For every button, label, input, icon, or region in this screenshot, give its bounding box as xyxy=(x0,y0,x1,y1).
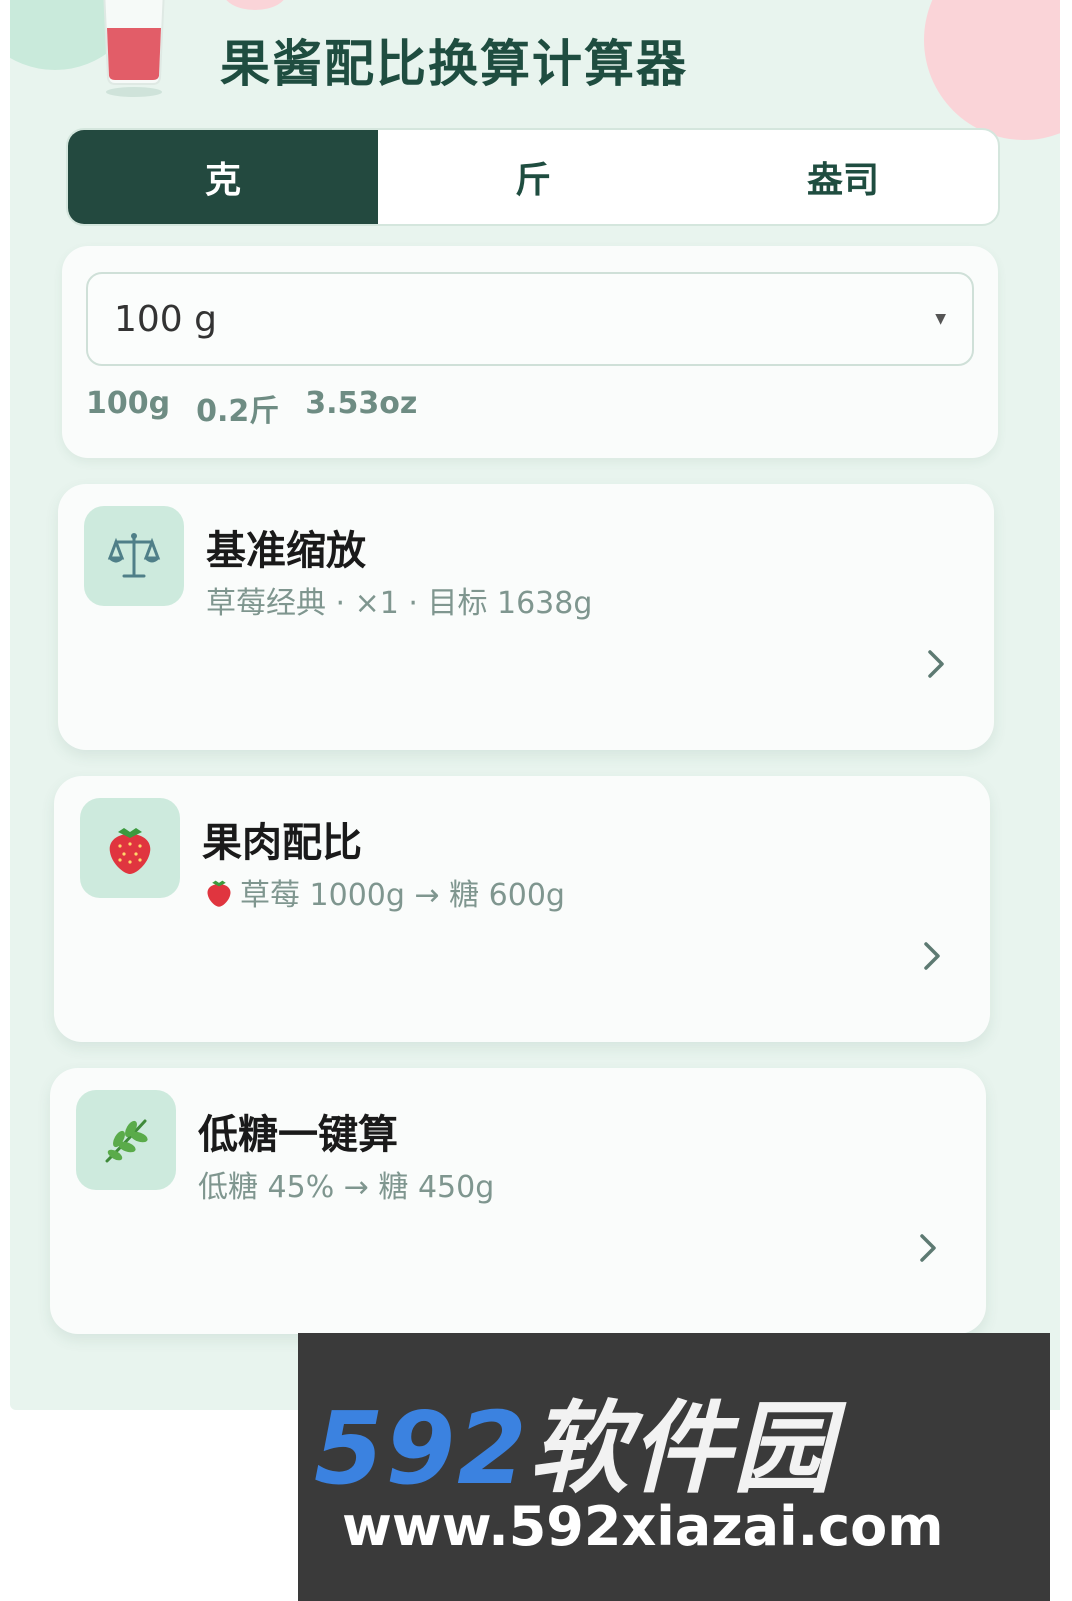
weight-select-value: 100 g xyxy=(114,298,218,340)
jam-jar-icon xyxy=(103,0,165,97)
decor-circle-right xyxy=(924,0,1060,140)
tab-ounce[interactable]: 盎司 xyxy=(688,130,998,224)
feature-card-fruit-ratio[interactable]: 果肉配比 草莓 1000g → 糖 600g xyxy=(54,776,990,1042)
watermark-brand: 592软件园 xyxy=(314,1367,835,1512)
feature-subtitle: 草莓 1000g → 糖 600g xyxy=(240,878,565,913)
strawberry-icon xyxy=(207,880,231,907)
caret-down-icon: ▼ xyxy=(935,311,946,327)
conversion-row: 100g 0.2斤 3.53oz xyxy=(86,386,417,430)
herb-icon xyxy=(76,1090,176,1190)
feature-title: 基准缩放 xyxy=(206,528,366,574)
strawberry-icon xyxy=(80,798,180,898)
feature-title: 低糖一键算 xyxy=(198,1112,398,1158)
conversion-ounce: 3.53oz xyxy=(305,386,418,421)
weight-card: 100 g ▼ 100g 0.2斤 3.53oz xyxy=(62,246,998,458)
watermark-url: www.592xiazai.com xyxy=(342,1495,944,1558)
page-title: 果酱配比换算计算器 xyxy=(220,35,688,93)
tab-jin[interactable]: 斤 xyxy=(378,130,688,224)
feature-title: 果肉配比 xyxy=(202,820,362,866)
chevron-right-icon xyxy=(920,1234,936,1262)
conversion-gram: 100g xyxy=(86,386,171,421)
watermark-brand-number: 592 xyxy=(314,1390,529,1507)
weight-select[interactable]: 100 g ▼ xyxy=(86,272,974,366)
watermark-banner: 592软件园 www.592xiazai.com xyxy=(298,1333,1050,1601)
strawberry-peek-icon xyxy=(226,0,284,10)
feature-card-scaling[interactable]: 基准缩放 草莓经典 · ×1 · 目标 1638g xyxy=(58,484,994,750)
chevron-right-icon xyxy=(928,650,944,678)
conversion-jin: 0.2斤 xyxy=(196,394,280,429)
scale-icon xyxy=(84,506,184,606)
feature-subtitle: 草莓经典 · ×1 · 目标 1638g xyxy=(206,586,593,621)
feature-subtitle: 低糖 45% → 糖 450g xyxy=(198,1170,495,1205)
feature-card-low-sugar[interactable]: 低糖一键算 低糖 45% → 糖 450g xyxy=(50,1068,986,1334)
tab-gram[interactable]: 克 xyxy=(68,130,378,224)
unit-tabs: 克 斤 盎司 xyxy=(66,128,1000,226)
chevron-right-icon xyxy=(924,942,940,970)
feature-subtitle-row: 草莓 1000g → 糖 600g xyxy=(202,870,565,914)
watermark-brand-text: 软件园 xyxy=(528,1390,835,1507)
